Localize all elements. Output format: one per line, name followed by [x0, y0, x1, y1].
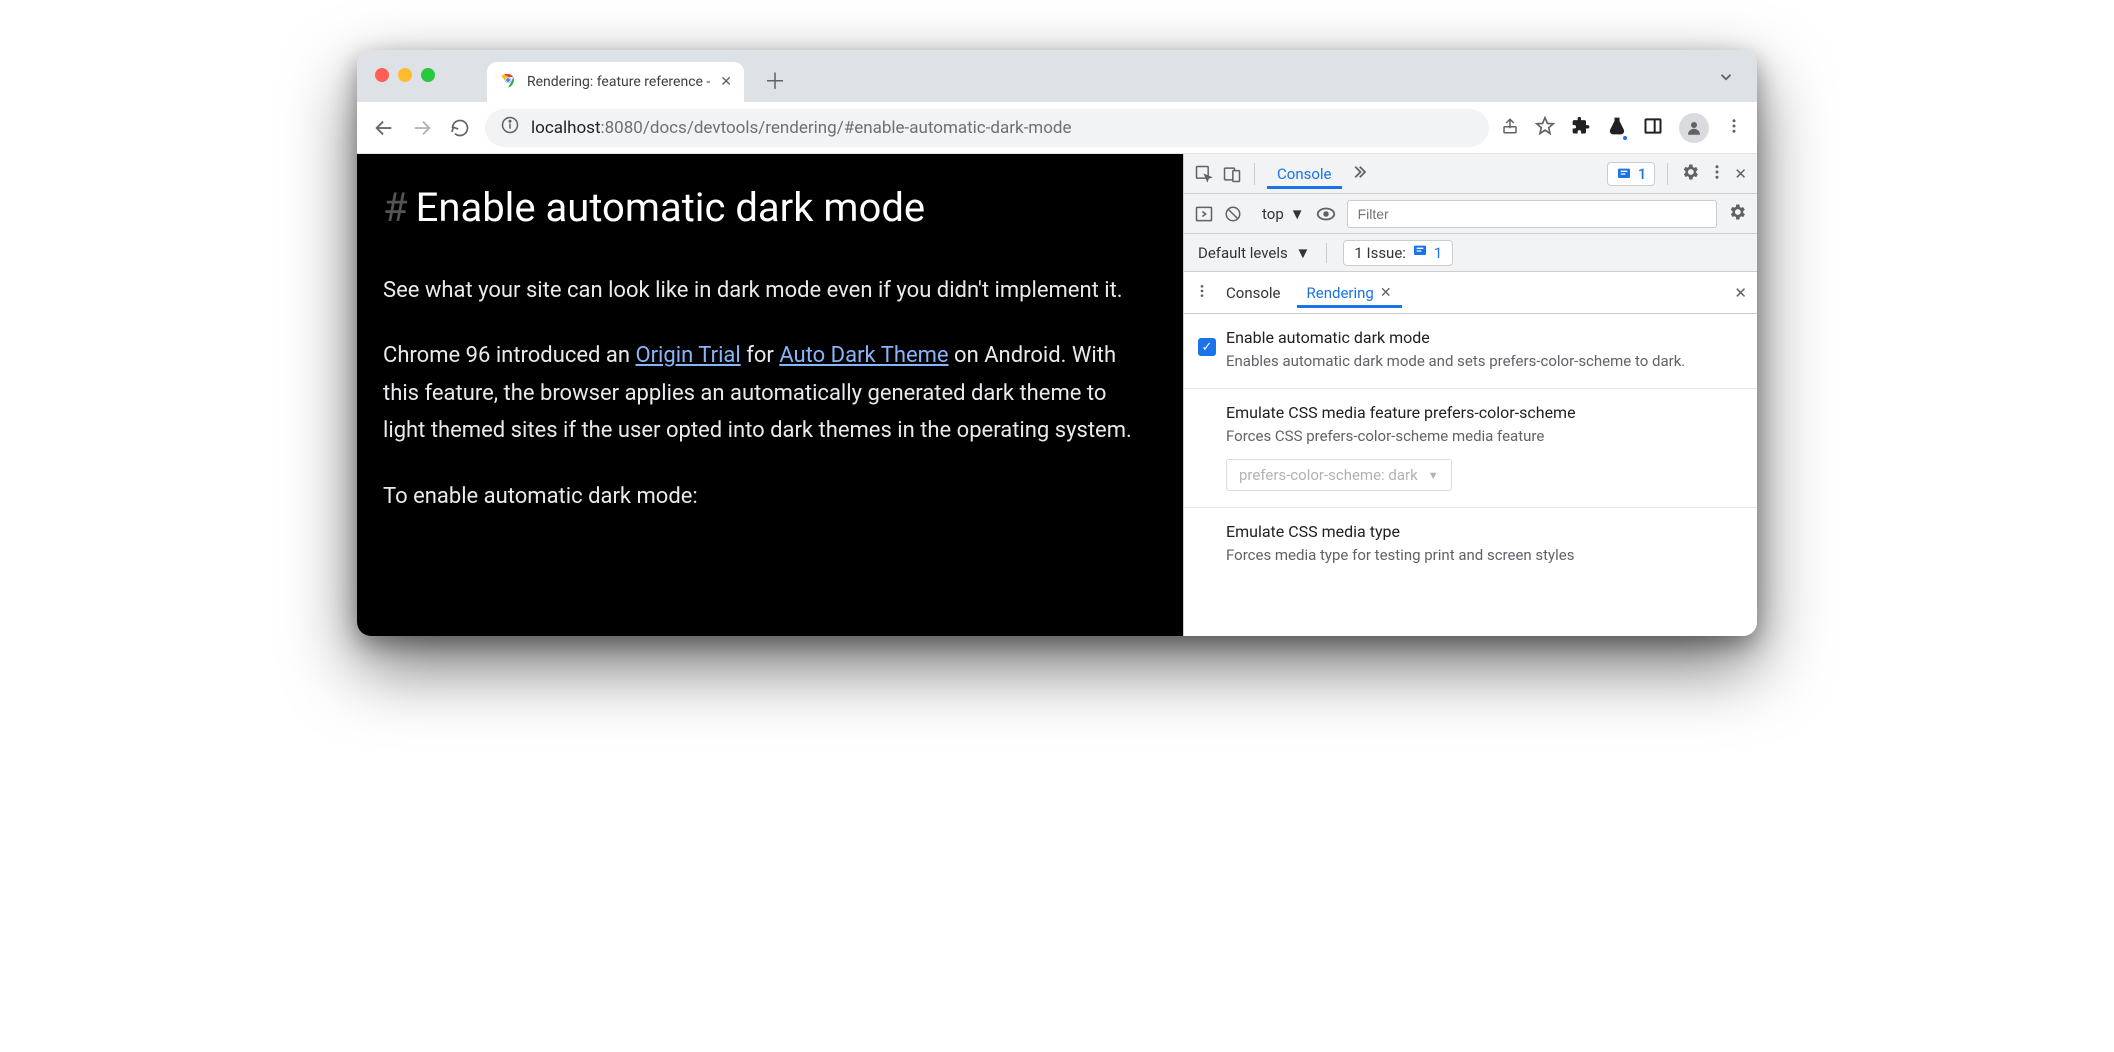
page-paragraph-2: Chrome 96 introduced an Origin Trial for…	[383, 337, 1149, 449]
panel-tab-console[interactable]: Console	[1267, 159, 1342, 189]
devtools-panel: Console 1 ✕	[1183, 154, 1757, 636]
tab-close-icon[interactable]: ✕	[720, 74, 732, 90]
option-title: Emulate CSS media type	[1226, 522, 1739, 541]
profile-avatar[interactable]	[1679, 113, 1709, 143]
separator	[1254, 163, 1255, 185]
console-sidebar-toggle-icon[interactable]	[1194, 204, 1214, 224]
device-toolbar-icon[interactable]	[1222, 164, 1242, 184]
window-close-button[interactable]	[375, 68, 389, 82]
drawer-tab-rendering-label: Rendering	[1307, 284, 1374, 302]
page-heading-text: Enable automatic dark mode	[416, 184, 925, 231]
caret-down-icon: ▼	[1428, 469, 1439, 482]
option-desc: Forces CSS prefers-color-scheme media fe…	[1226, 426, 1739, 447]
option-desc: Enables automatic dark mode and sets pre…	[1226, 351, 1739, 372]
context-selector[interactable]: top ▼	[1262, 205, 1305, 223]
separator	[1667, 163, 1668, 185]
issues-badge-count: 1	[1638, 165, 1647, 183]
menu-icon[interactable]	[1725, 117, 1743, 139]
option-desc: Forces media type for testing print and …	[1226, 545, 1739, 566]
extensions-icon[interactable]	[1571, 116, 1591, 140]
console-toolbar: top ▼	[1184, 194, 1757, 234]
inspect-element-icon[interactable]	[1194, 164, 1214, 184]
settings-icon[interactable]	[1680, 162, 1700, 186]
tabs-dropdown-icon[interactable]	[1717, 68, 1735, 90]
close-rendering-tab-icon[interactable]: ✕	[1380, 285, 1392, 301]
console-filter-input[interactable]	[1347, 200, 1717, 228]
titlebar: Rendering: feature reference - ✕ ＋	[357, 50, 1757, 102]
issue-icon	[1412, 243, 1428, 263]
console-settings-icon[interactable]	[1727, 202, 1747, 226]
console-levels-row: Default levels ▼ 1 Issue: 1	[1184, 234, 1757, 272]
caret-down-icon: ▼	[1290, 205, 1305, 223]
anchor-hash-icon[interactable]: #	[383, 184, 408, 231]
option-media-type: Emulate CSS media type Forces media type…	[1184, 508, 1757, 582]
select-value: prefers-color-scheme: dark	[1239, 466, 1418, 484]
close-devtools-icon[interactable]: ✕	[1734, 165, 1747, 183]
page-content: #Enable automatic dark mode See what you…	[357, 154, 1183, 636]
tab-title: Rendering: feature reference -	[527, 74, 710, 90]
back-button[interactable]	[371, 115, 397, 141]
page-paragraph-3: To enable automatic dark mode:	[383, 478, 1149, 515]
share-icon[interactable]	[1501, 117, 1519, 139]
issues-chip-count: 1	[1434, 244, 1442, 262]
page-heading: #Enable automatic dark mode	[383, 174, 1149, 242]
browser-tab[interactable]: Rendering: feature reference - ✕	[487, 62, 744, 102]
live-expression-icon[interactable]	[1315, 203, 1337, 225]
devtools-main-toolbar: Console 1 ✕	[1184, 154, 1757, 194]
option-prefers-color-scheme: Emulate CSS media feature prefers-color-…	[1184, 389, 1757, 508]
window-controls	[375, 68, 435, 82]
forward-button[interactable]	[409, 115, 435, 141]
url-domain: localhost	[531, 118, 601, 138]
url-path: /docs/devtools/rendering/#enable-automat…	[643, 118, 1072, 138]
log-levels-label: Default levels	[1198, 244, 1288, 262]
reload-button[interactable]	[447, 115, 473, 141]
issues-chip-label: 1 Issue:	[1354, 244, 1406, 262]
bookmark-icon[interactable]	[1535, 116, 1555, 140]
origin-trial-link[interactable]: Origin Trial	[635, 343, 740, 368]
new-tab-button[interactable]: ＋	[764, 64, 786, 96]
issues-badge[interactable]: 1	[1607, 162, 1656, 186]
prefers-color-scheme-select: prefers-color-scheme: dark ▼	[1226, 459, 1452, 491]
context-label: top	[1262, 205, 1284, 223]
para2-segment-b: for	[741, 343, 780, 368]
browser-toolbar: localhost:8080/docs/devtools/rendering/#…	[357, 102, 1757, 154]
separator	[1326, 243, 1327, 263]
labs-icon[interactable]	[1607, 116, 1627, 140]
main-area: #Enable automatic dark mode See what you…	[357, 154, 1757, 636]
devtools-menu-icon[interactable]	[1708, 163, 1726, 185]
site-info-icon[interactable]	[501, 116, 519, 139]
page-paragraph-1: See what your site can look like in dark…	[383, 272, 1149, 309]
drawer-tab-console[interactable]: Console	[1216, 278, 1291, 308]
clear-console-icon[interactable]	[1224, 205, 1242, 223]
caret-down-icon: ▼	[1295, 244, 1310, 262]
chrome-favicon-icon	[499, 71, 517, 93]
window-minimize-button[interactable]	[398, 68, 412, 82]
enable-dark-mode-checkbox[interactable]: ✓	[1198, 338, 1216, 356]
drawer-tab-rendering[interactable]: Rendering ✕	[1297, 278, 1402, 308]
issues-chip[interactable]: 1 Issue: 1	[1343, 240, 1453, 266]
drawer-menu-icon[interactable]	[1194, 283, 1210, 303]
url-port: :8080	[601, 118, 643, 138]
more-tabs-icon[interactable]	[1350, 163, 1368, 185]
option-enable-dark-mode: ✓ Enable automatic dark mode Enables aut…	[1184, 314, 1757, 389]
browser-window: Rendering: feature reference - ✕ ＋ local…	[357, 50, 1757, 636]
window-maximize-button[interactable]	[421, 68, 435, 82]
rendering-drawer-content: ✓ Enable automatic dark mode Enables aut…	[1184, 314, 1757, 636]
close-drawer-icon[interactable]: ✕	[1734, 284, 1747, 302]
auto-dark-theme-link[interactable]: Auto Dark Theme	[779, 343, 948, 368]
side-panel-icon[interactable]	[1643, 116, 1663, 140]
toolbar-right	[1501, 113, 1743, 143]
drawer-tabs: Console Rendering ✕ ✕	[1184, 272, 1757, 314]
para2-segment-a: Chrome 96 introduced an	[383, 343, 635, 368]
option-title: Emulate CSS media feature prefers-color-…	[1226, 403, 1739, 422]
option-title: Enable automatic dark mode	[1226, 328, 1739, 347]
url-text: localhost:8080/docs/devtools/rendering/#…	[531, 118, 1072, 138]
address-bar[interactable]: localhost:8080/docs/devtools/rendering/#…	[485, 109, 1489, 147]
log-levels-selector[interactable]: Default levels ▼	[1198, 244, 1310, 262]
